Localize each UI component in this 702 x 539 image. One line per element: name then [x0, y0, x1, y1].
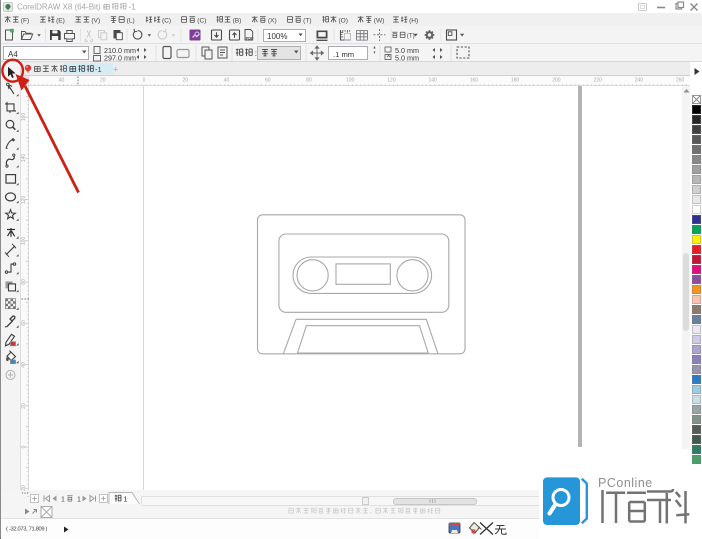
svg-text:40: 40	[224, 78, 230, 84]
svg-text:-1: -1	[129, 3, 137, 12]
svg-text:(F): (F)	[21, 17, 29, 24]
svg-text:(X): (X)	[268, 17, 277, 24]
svg-text:1: 1	[61, 497, 65, 504]
svg-text:(B): (B)	[233, 17, 242, 24]
svg-text:,: ,	[370, 508, 372, 515]
svg-text:(H): (H)	[409, 17, 418, 24]
svg-text:+: +	[113, 65, 119, 76]
svg-text:0: 0	[21, 445, 27, 448]
svg-text:(O): (O)	[338, 17, 348, 24]
svg-text::: :	[255, 49, 257, 58]
svg-text:120: 120	[387, 78, 396, 84]
svg-text:20: 20	[182, 78, 188, 84]
svg-text:60: 60	[265, 78, 271, 84]
svg-text:40: 40	[21, 362, 27, 368]
svg-text:260: 260	[676, 78, 685, 84]
svg-text:160: 160	[21, 113, 27, 122]
svg-text:20: 20	[21, 403, 27, 409]
svg-text:(L): (L)	[127, 17, 135, 24]
svg-text:(W): (W)	[374, 17, 385, 24]
svg-text:140: 140	[429, 78, 438, 84]
svg-text:1: 1	[124, 495, 128, 504]
svg-text:(V): (V)	[91, 17, 100, 24]
svg-text:80: 80	[306, 78, 312, 84]
svg-text:240: 240	[635, 78, 644, 84]
svg-text:60: 60	[21, 320, 27, 326]
svg-text:20: 20	[100, 78, 106, 84]
svg-text:(C): (C)	[162, 17, 171, 24]
svg-text:40: 40	[59, 78, 65, 84]
svg-text:20: 20	[21, 485, 27, 491]
svg-text:-1: -1	[95, 65, 102, 74]
svg-text:(C): (C)	[197, 17, 206, 24]
svg-text:CorelDRAW X8 (64-Bit) -: CorelDRAW X8 (64-Bit) -	[17, 3, 106, 12]
svg-text:(T): (T)	[407, 33, 415, 40]
svg-text:120: 120	[21, 196, 27, 205]
svg-text:200: 200	[552, 78, 561, 84]
svg-text:80: 80	[21, 279, 27, 285]
svg-text:PConline: PConline	[598, 476, 653, 490]
svg-text:140: 140	[21, 154, 27, 163]
svg-text:160: 160	[470, 78, 479, 84]
svg-text:0: 0	[143, 78, 146, 84]
svg-text:100: 100	[346, 78, 355, 84]
svg-text:( -32.073, 71.809 ): ( -32.073, 71.809 )	[6, 527, 48, 533]
svg-text:5.0 mm: 5.0 mm	[395, 53, 419, 62]
svg-text:100: 100	[21, 237, 27, 246]
svg-text:(T): (T)	[303, 17, 311, 24]
svg-text:220: 220	[593, 78, 602, 84]
svg-text:(E): (E)	[56, 17, 65, 24]
svg-text:PDF: PDF	[246, 36, 255, 41]
svg-text:180: 180	[511, 78, 520, 84]
svg-text:1: 1	[77, 497, 81, 504]
svg-text:297.0 mm: 297.0 mm	[104, 53, 136, 62]
